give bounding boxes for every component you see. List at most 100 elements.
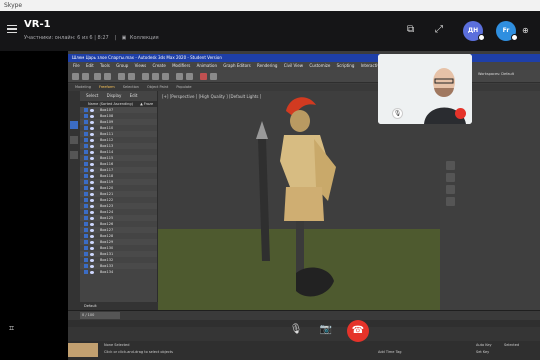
gallery-label[interactable]: Коллекция [130,35,159,41]
scale-icon[interactable] [162,73,169,80]
visibility-icon[interactable] [90,114,94,118]
filter-icon[interactable] [70,121,78,129]
checkbox-icon[interactable] [84,240,88,244]
ribbon-tab[interactable]: Object Paint [147,85,168,89]
visibility-icon[interactable] [90,180,94,184]
checkbox-icon[interactable] [84,204,88,208]
checkbox-icon[interactable] [84,150,88,154]
add-time-tag[interactable]: Add Time Tag [378,350,402,354]
unlink-icon[interactable] [104,73,111,80]
panel-icon[interactable] [446,185,455,194]
visibility-icon[interactable] [90,192,94,196]
end-call-icon[interactable] [455,108,466,119]
angle-snap-icon[interactable] [186,73,193,80]
maxscript-listener[interactable] [68,343,98,357]
checkbox-icon[interactable] [84,168,88,172]
checkbox-icon[interactable] [84,114,88,118]
filter-icon[interactable] [70,151,78,159]
undo-icon[interactable] [72,73,79,80]
visibility-icon[interactable] [90,240,94,244]
select-icon[interactable] [118,73,125,80]
checkbox-icon[interactable] [84,222,88,226]
menu-animation[interactable]: Animation [197,63,217,68]
menu-edit[interactable]: Edit [86,63,94,68]
visibility-icon[interactable] [90,144,94,148]
fullscreen-icon[interactable]: ⤢ [435,24,443,35]
visibility-icon[interactable] [90,126,94,130]
checkbox-icon[interactable] [84,162,88,166]
add-participant-icon[interactable]: ⊕ [522,26,529,35]
mute-icon[interactable]: 🎙 [392,108,403,119]
checkbox-icon[interactable] [84,144,88,148]
visibility-icon[interactable] [90,198,94,202]
visibility-icon[interactable] [90,162,94,166]
ribbon-tab[interactable]: Populate [176,85,191,89]
tab-display[interactable]: Display [107,93,122,98]
menu-group[interactable]: Group [116,63,128,68]
time-slider[interactable]: 0 / 100 [68,310,540,320]
checkbox-icon[interactable] [84,198,88,202]
checkbox-icon[interactable] [84,156,88,160]
column-frozen[interactable]: ▲ Froze [140,102,153,106]
visibility-icon[interactable] [90,222,94,226]
layer-bar[interactable]: Default [80,302,158,310]
menu-tools[interactable]: Tools [100,63,110,68]
checkbox-icon[interactable] [84,138,88,142]
checkbox-icon[interactable] [84,246,88,250]
workspace-label[interactable]: Workspaces: Default [478,72,514,76]
move-icon[interactable] [142,73,149,80]
ribbon-tab-active[interactable]: Freeform [99,85,115,89]
tab-edit[interactable]: Edit [130,93,138,98]
menu-modifiers[interactable]: Modifiers [172,63,190,68]
visibility-icon[interactable] [90,204,94,208]
camera-off-icon[interactable]: 📷 [319,323,333,337]
visibility-icon[interactable] [90,270,94,274]
checkbox-icon[interactable] [84,132,88,136]
checkbox-icon[interactable] [84,234,88,238]
screen-switch-icon[interactable]: ⧉ [407,24,414,35]
panel-icon[interactable] [446,173,455,182]
menu-icon[interactable] [7,25,17,33]
hangup-button[interactable]: ☎ [347,320,369,342]
checkbox-icon[interactable] [84,252,88,256]
column-name[interactable]: Name (Sorted Ascending) [88,102,133,106]
visibility-icon[interactable] [90,186,94,190]
visibility-icon[interactable] [90,264,94,268]
set-key-button[interactable]: Set Key [476,350,489,354]
menu-file[interactable]: File [73,63,80,68]
checkbox-icon[interactable] [84,108,88,112]
redo-icon[interactable] [82,73,89,80]
visibility-icon[interactable] [90,150,94,154]
checkbox-icon[interactable] [84,174,88,178]
scene-object-row[interactable]: Box134 [80,269,157,275]
checkbox-icon[interactable] [84,270,88,274]
menu-rendering[interactable]: Rendering [257,63,277,68]
menu-views[interactable]: Views [135,63,147,68]
rotate-icon[interactable] [152,73,159,80]
checkbox-icon[interactable] [84,180,88,184]
visibility-icon[interactable] [90,168,94,172]
snap-icon[interactable] [176,73,183,80]
link-icon[interactable] [94,73,101,80]
ribbon-tab[interactable]: Modeling [75,85,91,89]
visibility-icon[interactable] [90,216,94,220]
visibility-icon[interactable] [90,246,94,250]
autokey-button[interactable]: Auto Key [476,343,492,347]
selected-dropdown[interactable]: Selected [504,343,519,347]
menu-civil-view[interactable]: Civil View [284,63,303,68]
visibility-icon[interactable] [90,210,94,214]
filter-icon[interactable] [70,136,78,144]
menu-graph-editors[interactable]: Graph Editors [223,63,250,68]
visibility-icon[interactable] [90,252,94,256]
self-video-preview[interactable]: 🎙 [378,54,472,124]
avatar-participant-2[interactable]: Fr [496,21,518,41]
panel-icon[interactable] [446,197,455,206]
avatar-participant-1[interactable]: ДН [463,21,485,41]
visibility-icon[interactable] [90,174,94,178]
menu-create[interactable]: Create [152,63,165,68]
gallery-icon[interactable]: ▣ [122,35,127,41]
checkbox-icon[interactable] [84,126,88,130]
visibility-icon[interactable] [90,234,94,238]
ribbon-tab[interactable]: Selection [123,85,139,89]
expand-panel-icon[interactable]: ⌗ [9,324,14,334]
